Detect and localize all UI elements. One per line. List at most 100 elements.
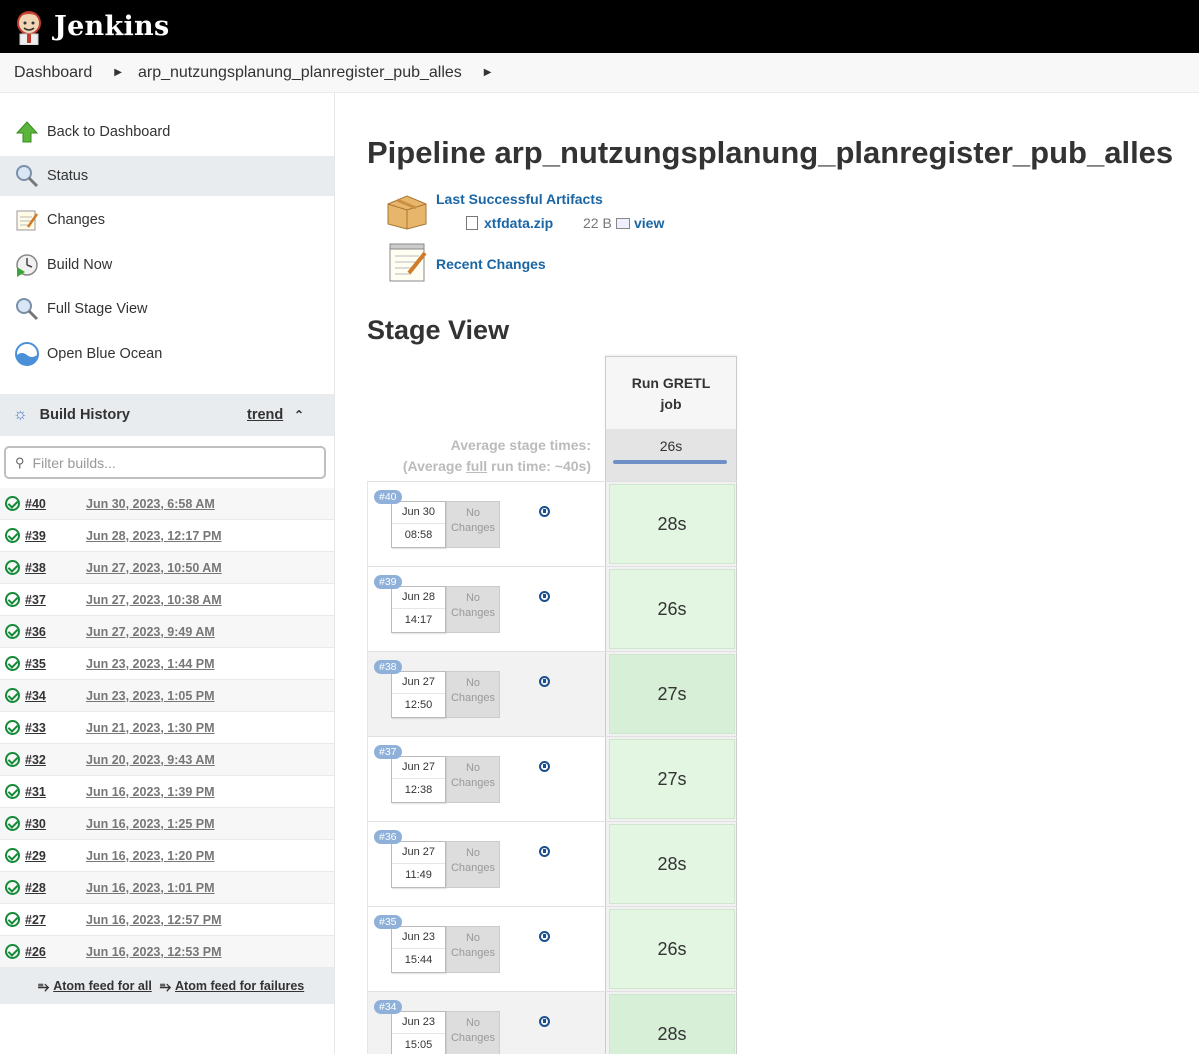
task-build-now[interactable]: Build Now [0,245,334,285]
run-badge[interactable]: #39 [374,575,402,589]
build-date-link[interactable]: Jun 21, 2023, 1:30 PM [86,721,215,735]
stage-duration-cell[interactable]: 28s [609,994,735,1054]
build-date-link[interactable]: Jun 23, 2023, 1:05 PM [86,689,215,703]
stage-header-run-gretl[interactable]: Run GRETL job [605,356,737,429]
no-changes-box: No Changes [446,841,500,888]
run-badge[interactable]: #36 [374,830,402,844]
average-full-run-time-label: (Average full run time: ~40s) [402,458,591,474]
atom-feed-all-link[interactable]: Atom feed for all [53,979,152,993]
success-check-icon [5,880,20,895]
last-successful-artifacts-link[interactable]: Last Successful Artifacts [436,191,603,207]
task-back-to-dashboard[interactable]: Back to Dashboard [0,112,334,152]
success-check-icon [5,496,20,511]
build-number-link[interactable]: #28 [25,881,86,895]
run-badge[interactable]: #40 [374,490,402,504]
run-row: #34 Jun 23 15:05 No Changes 28s [367,991,737,1054]
no-changes-box: No Changes [446,926,500,973]
run-row: #36 Jun 27 11:49 No Changes 28s [367,821,737,906]
run-badge[interactable]: #37 [374,745,402,759]
stage-duration-cell[interactable]: 27s [609,654,735,734]
build-date-link[interactable]: Jun 16, 2023, 1:01 PM [86,881,215,895]
build-date-link[interactable]: Jun 27, 2023, 9:49 AM [86,625,215,639]
stage-duration-cell[interactable]: 26s [609,569,735,649]
task-status[interactable]: Status [0,156,334,196]
top-header: Jenkins [0,0,1199,53]
app-title[interactable]: Jenkins [54,11,169,42]
build-number-link[interactable]: #36 [25,625,86,639]
run-datetime: Jun 23 15:44 [391,926,446,973]
artifact-view-link[interactable]: view [634,215,664,231]
build-number-link[interactable]: #27 [25,913,86,927]
atom-feed-failures-link[interactable]: Atom feed for failures [175,979,304,993]
build-date-link[interactable]: Jun 16, 2023, 12:53 PM [86,945,222,959]
run-badge[interactable]: #38 [374,660,402,674]
fingerprint-icon [616,218,630,229]
task-open-blue-ocean[interactable]: Open Blue Ocean [0,334,334,374]
stage-duration-cell[interactable]: 27s [609,739,735,819]
build-date-link[interactable]: Jun 16, 2023, 1:39 PM [86,785,215,799]
magnifier-icon [14,163,40,189]
no-changes-box: No Changes [446,756,500,803]
build-number-link[interactable]: #35 [25,657,86,671]
search-icon: ⚲ [15,454,25,470]
task-label: Open Blue Ocean [47,346,163,362]
task-label: Changes [47,212,106,228]
build-number-link[interactable]: #32 [25,753,86,767]
jenkins-logo-icon[interactable] [14,9,44,45]
build-number-link[interactable]: #33 [25,721,86,735]
build-date-link[interactable]: Jun 16, 2023, 1:25 PM [86,817,215,831]
download-icon[interactable] [539,931,550,942]
clock-play-icon [14,252,40,278]
build-date-link[interactable]: Jun 27, 2023, 10:38 AM [86,593,222,607]
build-date-link[interactable]: Jun 28, 2023, 12:17 PM [86,529,222,543]
download-icon[interactable] [539,846,550,857]
download-icon[interactable] [539,1016,550,1027]
rss-icon: ⥱ [159,977,172,994]
download-icon[interactable] [539,761,550,772]
download-icon[interactable] [539,676,550,687]
filter-builds-input[interactable]: ⚲ Filter builds... [4,446,326,479]
build-date-link[interactable]: Jun 30, 2023, 6:58 AM [86,497,215,511]
stage-duration-cell[interactable]: 28s [609,484,735,564]
build-row: #28 Jun 16, 2023, 1:01 PM [0,872,334,904]
success-check-icon [5,560,20,575]
stage-duration-cell[interactable]: 26s [609,909,735,989]
chevron-right-icon[interactable]: ▶ [114,67,122,78]
build-number-link[interactable]: #37 [25,593,86,607]
chevron-right-icon[interactable]: ▶ [484,67,492,78]
task-changes[interactable]: Changes [0,200,334,240]
build-number-link[interactable]: #26 [25,945,86,959]
recent-changes-link[interactable]: Recent Changes [436,256,546,272]
chevron-up-icon[interactable]: ⌃ [294,408,304,422]
build-number-link[interactable]: #29 [25,849,86,863]
build-date-link[interactable]: Jun 20, 2023, 9:43 AM [86,753,215,767]
build-number-link[interactable]: #31 [25,785,86,799]
magnifier-icon [14,296,40,322]
download-icon[interactable] [539,591,550,602]
rss-icon: ⥱ [38,977,50,994]
build-date-link[interactable]: Jun 27, 2023, 10:50 AM [86,561,222,575]
build-number-link[interactable]: #30 [25,817,86,831]
build-row: #31 Jun 16, 2023, 1:39 PM [0,776,334,808]
run-badge[interactable]: #34 [374,1000,402,1014]
stage-duration-cell[interactable]: 28s [609,824,735,904]
build-date-link[interactable]: Jun 16, 2023, 12:57 PM [86,913,222,927]
package-box-icon [384,192,430,230]
build-date-link[interactable]: Jun 23, 2023, 1:44 PM [86,657,215,671]
breadcrumb-dashboard[interactable]: Dashboard [0,64,92,82]
build-number-link[interactable]: #40 [25,497,86,511]
task-full-stage-view[interactable]: Full Stage View [0,289,334,329]
build-row: #38 Jun 27, 2023, 10:50 AM [0,552,334,584]
build-number-link[interactable]: #39 [25,529,86,543]
trend-link[interactable]: trend [247,407,283,423]
run-datetime: Jun 27 11:49 [391,841,446,888]
download-icon[interactable] [539,506,550,517]
run-datetime: Jun 30 08:58 [391,501,446,548]
build-number-link[interactable]: #34 [25,689,86,703]
breadcrumb-job[interactable]: arp_nutzungsplanung_planregister_pub_all… [138,64,462,82]
run-info: #40 Jun 30 08:58 No Changes [367,482,605,566]
build-date-link[interactable]: Jun 16, 2023, 1:20 PM [86,849,215,863]
artifact-file-link[interactable]: xtfdata.zip [484,215,553,231]
run-badge[interactable]: #35 [374,915,402,929]
build-number-link[interactable]: #38 [25,561,86,575]
